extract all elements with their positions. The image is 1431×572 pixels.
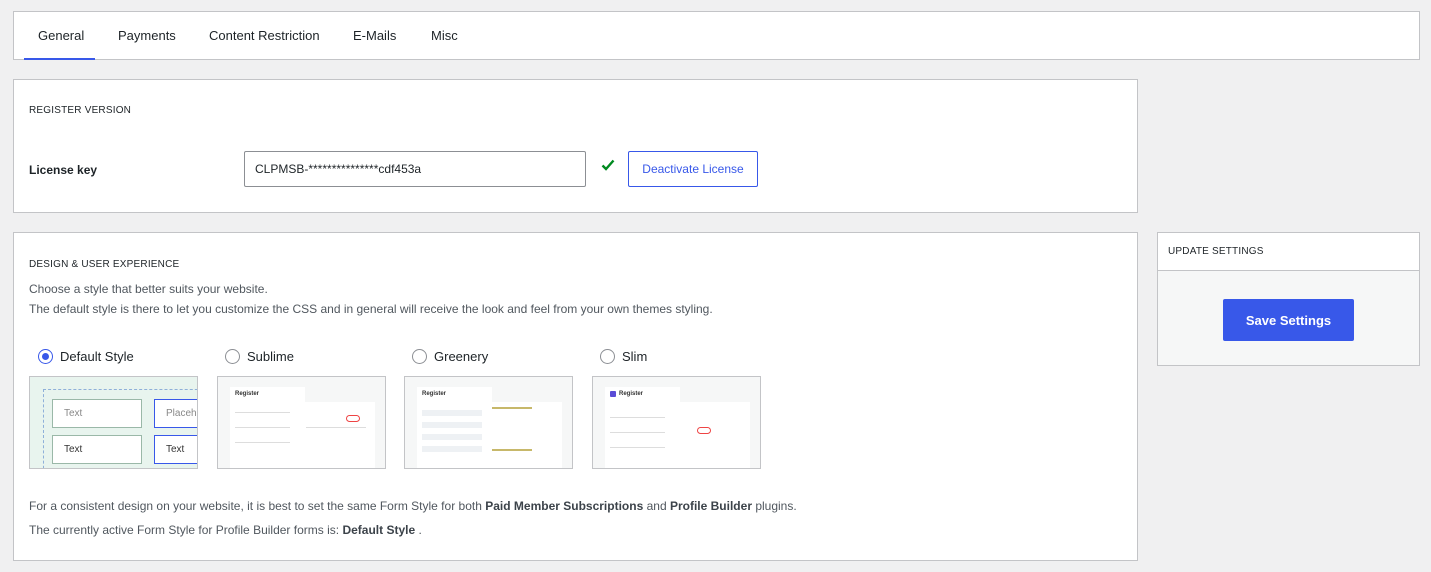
license-key-label: License key xyxy=(29,163,98,177)
tab-misc[interactable]: Misc xyxy=(431,12,458,60)
preview-greenery-panel-right xyxy=(487,402,562,468)
design-experience-card: DESIGN & USER EXPERIENCE Choose a style … xyxy=(13,232,1138,561)
update-settings-title: UPDATE SETTINGS xyxy=(1168,246,1264,257)
save-settings-button[interactable]: Save Settings xyxy=(1223,299,1354,341)
note-text: and xyxy=(643,499,670,513)
preview-sublime-style[interactable]: Register xyxy=(217,376,386,469)
preview-line xyxy=(610,417,665,418)
preview-line xyxy=(422,410,482,416)
note-text: . xyxy=(415,523,422,537)
preview-line xyxy=(610,432,665,433)
preview-line xyxy=(422,434,482,440)
preview-line xyxy=(235,412,290,413)
preview-line xyxy=(422,446,482,452)
preview-card-icon xyxy=(697,427,711,434)
preview-sublime-panel-right xyxy=(300,402,375,468)
preview-card-icon xyxy=(346,415,360,422)
radio-slim[interactable] xyxy=(600,349,615,364)
preview-greenery-style[interactable]: Register xyxy=(404,376,573,469)
style-option-greenery[interactable]: Greenery xyxy=(412,349,488,364)
preview-accent-line xyxy=(492,449,532,451)
settings-tabs: General Payments Content Restriction E-M… xyxy=(13,11,1420,60)
update-settings-card: UPDATE SETTINGS Save Settings xyxy=(1157,232,1420,366)
style-label-sublime: Sublime xyxy=(247,349,294,364)
check-icon xyxy=(601,159,615,171)
preview-default-style[interactable]: Text Placeho Text Text xyxy=(29,376,198,469)
radio-greenery[interactable] xyxy=(412,349,427,364)
register-version-card: REGISTER VERSION License key Deactivate … xyxy=(13,79,1138,213)
design-description-1: Choose a style that better suits your we… xyxy=(29,282,268,296)
note-text: The currently active Form Style for Prof… xyxy=(29,523,343,537)
design-experience-title: DESIGN & USER EXPERIENCE xyxy=(29,259,180,270)
preview-line xyxy=(306,427,366,428)
tab-content-restriction[interactable]: Content Restriction xyxy=(209,12,320,60)
preview-line xyxy=(235,427,290,428)
preview-line xyxy=(235,442,290,443)
preview-greenery-title: Register xyxy=(422,391,447,397)
note-plugin-pb: Profile Builder xyxy=(669,499,752,513)
style-label-slim: Slim xyxy=(622,349,648,364)
preview-slim-logo-icon xyxy=(610,391,616,397)
license-key-input[interactable] xyxy=(244,151,586,187)
deactivate-license-button[interactable]: Deactivate License xyxy=(628,151,758,187)
note-text: For a consistent design on your website,… xyxy=(29,499,486,513)
design-description-2: The default style is there to let you cu… xyxy=(29,302,713,316)
active-form-style-note: The currently active Form Style for Prof… xyxy=(29,523,422,537)
preview-sublime-title: Register xyxy=(235,391,260,397)
active-tab-indicator xyxy=(24,58,95,60)
preview-slim-style[interactable]: Register xyxy=(592,376,761,469)
preview-field-4: Text xyxy=(154,435,197,464)
tab-payments[interactable]: Payments xyxy=(118,12,176,60)
style-option-slim[interactable]: Slim xyxy=(600,349,647,364)
style-label-default: Default Style xyxy=(60,349,134,364)
preview-slim-panel-left xyxy=(605,387,680,468)
radio-default-style[interactable] xyxy=(38,349,53,364)
preview-slim-panel-right xyxy=(675,402,750,468)
style-option-sublime[interactable]: Sublime xyxy=(225,349,294,364)
preview-line xyxy=(422,422,482,428)
form-style-note: For a consistent design on your website,… xyxy=(29,499,797,513)
radio-sublime[interactable] xyxy=(225,349,240,364)
preview-sublime-panel-left xyxy=(230,387,305,468)
preview-field-2: Placeho xyxy=(154,399,197,428)
preview-slim-title: Register xyxy=(619,391,644,397)
tab-emails[interactable]: E-Mails xyxy=(353,12,396,60)
note-plugin-pms: Paid Member Subscriptions xyxy=(485,499,644,513)
active-form-style: Default Style xyxy=(342,523,416,537)
preview-field-3: Text xyxy=(52,435,142,464)
register-version-title: REGISTER VERSION xyxy=(29,105,132,116)
preview-greenery-panel-left xyxy=(417,387,492,468)
style-option-default[interactable]: Default Style xyxy=(38,349,134,364)
tab-general[interactable]: General xyxy=(38,12,84,60)
preview-line xyxy=(610,447,665,448)
preview-field-1: Text xyxy=(52,399,142,428)
style-label-greenery: Greenery xyxy=(434,349,489,364)
preview-accent-line xyxy=(492,407,532,409)
note-text: plugins. xyxy=(751,499,797,513)
